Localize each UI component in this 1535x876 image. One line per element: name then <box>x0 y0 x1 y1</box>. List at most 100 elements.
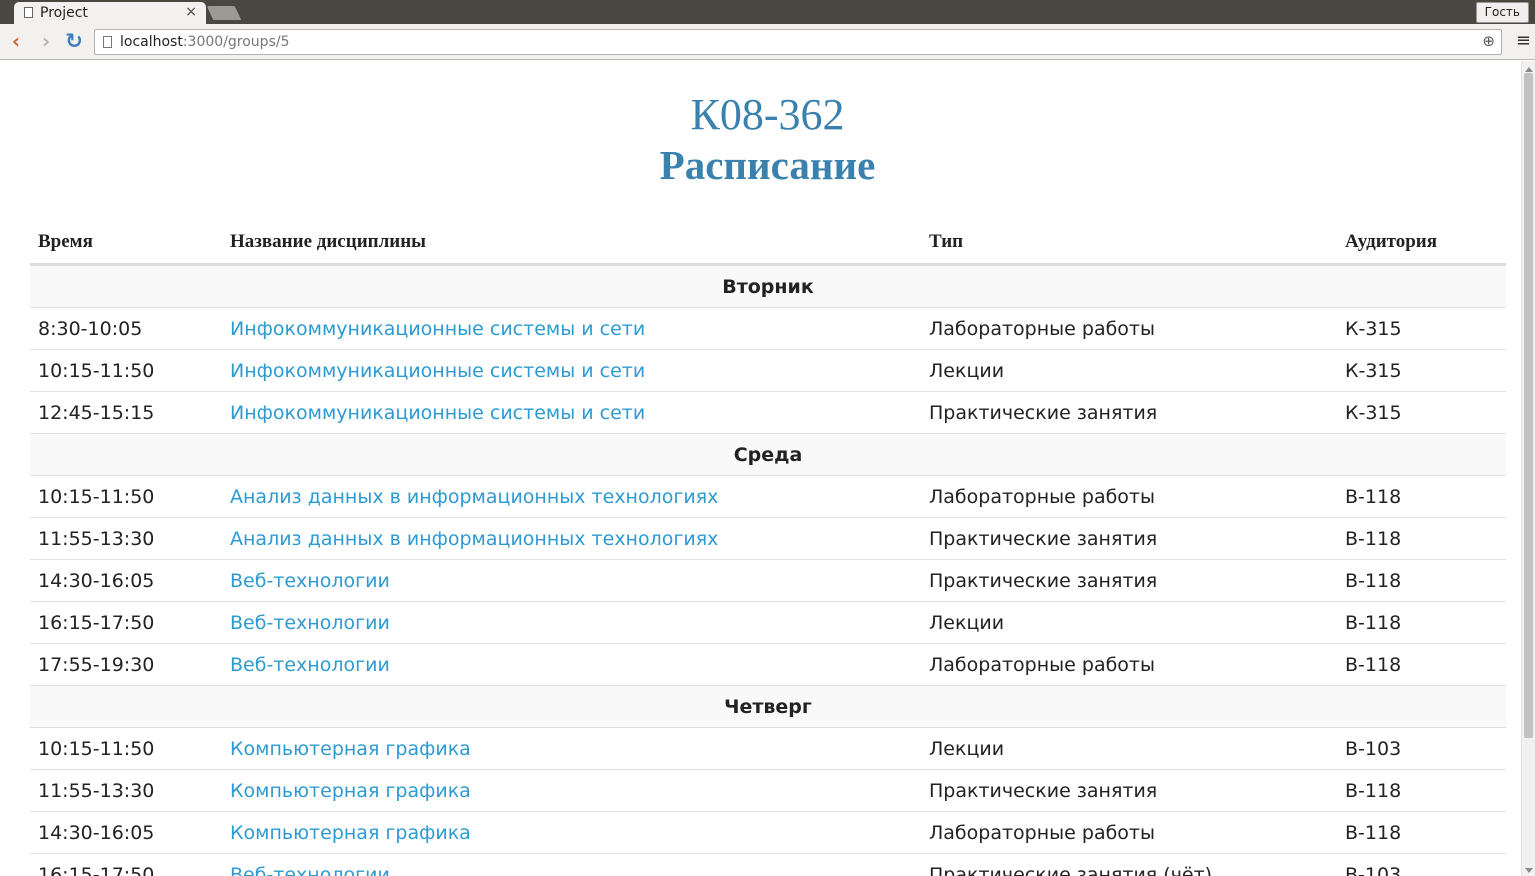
table-row: 14:30-16:05 Компьютерная графика Лаборатор… <box>30 811 1506 854</box>
table-row: 16:15-17:50 Веб-технологии Практические за… <box>30 853 1506 876</box>
group-title: К08-362 <box>690 90 845 139</box>
page-heading: К08-362 Расписание <box>0 90 1521 190</box>
tab-strip: Project × Гость <box>0 0 1535 24</box>
forward-arrow-icon[interactable]: › <box>35 30 57 52</box>
discipline-link[interactable]: Компьютерная графика <box>230 822 471 844</box>
table-header-row: Время Название дисциплины Тип Аудитория <box>30 221 1506 266</box>
cell-type: Лекции <box>921 349 1337 392</box>
table-row: 11:55-13:30 Компьютерная графика Практичес… <box>30 769 1506 812</box>
scroll-down-arrow-icon[interactable] <box>1525 868 1533 873</box>
cell-discipline: Компьютерная графика <box>222 727 921 770</box>
browser-tab[interactable]: Project × <box>14 2 206 24</box>
cell-room: В-118 <box>1337 643 1506 686</box>
page-subtitle: Расписание <box>659 142 876 188</box>
discipline-link[interactable]: Веб-технологии <box>230 612 390 634</box>
cell-type: Практические занятия (чёт) <box>921 853 1337 876</box>
discipline-link[interactable]: Инфокоммуникационные системы и сети <box>230 360 645 382</box>
table-row: 10:15-11:50 Компьютерная графика Лекции В-1… <box>30 727 1506 770</box>
guest-profile-button[interactable]: Гость <box>1475 2 1529 23</box>
cell-time: 11:55-13:30 <box>30 517 222 560</box>
cell-discipline: Веб-технологии <box>222 601 921 644</box>
cell-room: В-103 <box>1337 853 1506 876</box>
cell-discipline: Инфокоммуникационные системы и сети <box>222 307 921 350</box>
cell-room: В-118 <box>1337 811 1506 854</box>
discipline-link[interactable]: Инфокоммуникационные системы и сети <box>230 318 645 340</box>
day-row: Среда <box>30 433 1506 476</box>
discipline-link[interactable]: Анализ данных в информационных технологи… <box>230 528 718 550</box>
cell-type: Практические занятия <box>921 517 1337 560</box>
day-name: Четверг <box>30 685 1506 728</box>
page-content: К08-362 Расписание Время Название дисцип… <box>0 61 1521 876</box>
cell-discipline: Веб-технологии <box>222 643 921 686</box>
cell-time: 10:15-11:50 <box>30 727 222 770</box>
day-name: Вторник <box>30 264 1506 308</box>
cell-room: К-315 <box>1337 307 1506 350</box>
browser-toolbar: ‹ › ↻ localhost:3000/groups/5 ⊕ ≡ <box>0 24 1535 60</box>
header-room: Аудитория <box>1337 221 1506 266</box>
discipline-link[interactable]: Анализ данных в информационных технологи… <box>230 486 718 508</box>
cell-room: В-103 <box>1337 727 1506 770</box>
discipline-link[interactable]: Веб-технологии <box>230 864 390 876</box>
page-info-icon[interactable] <box>103 36 112 48</box>
table-row: 10:15-11:50 Анализ данных в информационны… <box>30 475 1506 518</box>
cell-type: Лабораторные работы <box>921 811 1337 854</box>
schedule-body: Вторник 8:30-10:05 Инфокоммуникационные си… <box>30 264 1506 876</box>
back-arrow-icon[interactable]: ‹ <box>5 30 27 52</box>
address-bar[interactable]: localhost:3000/groups/5 ⊕ <box>94 29 1502 55</box>
cell-discipline: Инфокоммуникационные системы и сети <box>222 349 921 392</box>
cell-discipline: Анализ данных в информационных технологи… <box>222 475 921 518</box>
table-row: 17:55-19:30 Веб-технологии Лабораторные ра… <box>30 643 1506 686</box>
cell-room: В-118 <box>1337 601 1506 644</box>
cell-type: Практические занятия <box>921 391 1337 434</box>
cell-time: 16:15-17:50 <box>30 601 222 644</box>
cell-time: 8:30-10:05 <box>30 307 222 350</box>
cell-time: 14:30-16:05 <box>30 559 222 602</box>
tab-title: Project <box>40 5 88 21</box>
url-host: localhost <box>120 34 183 50</box>
url-path: :3000/groups/5 <box>182 34 290 50</box>
day-row: Вторник <box>30 264 1506 308</box>
cell-room: В-118 <box>1337 559 1506 602</box>
table-row: 8:30-10:05 Инфокоммуникационные системы и… <box>30 307 1506 350</box>
table-row: 14:30-16:05 Веб-технологии Практические за… <box>30 559 1506 602</box>
day-row: Четверг <box>30 685 1506 728</box>
cell-time: 14:30-16:05 <box>30 811 222 854</box>
cell-time: 16:15-17:50 <box>30 853 222 876</box>
discipline-link[interactable]: Веб-технологии <box>230 570 390 592</box>
table-row: 10:15-11:50 Инфокоммуникационные системы … <box>30 349 1506 392</box>
reload-icon[interactable]: ↻ <box>63 30 85 52</box>
table-row: 16:15-17:50 Веб-технологии Лекции В-118 <box>30 601 1506 644</box>
tab-close-icon[interactable]: × <box>185 4 197 20</box>
cell-type: Практические занятия <box>921 769 1337 812</box>
discipline-link[interactable]: Компьютерная графика <box>230 780 471 802</box>
discipline-link[interactable]: Веб-технологии <box>230 654 390 676</box>
cell-type: Лабораторные работы <box>921 475 1337 518</box>
new-tab-button[interactable] <box>206 6 242 20</box>
cell-type: Лекции <box>921 601 1337 644</box>
page-icon <box>24 7 33 18</box>
zoom-icon[interactable]: ⊕ <box>1482 32 1495 50</box>
discipline-link[interactable]: Компьютерная графика <box>230 738 471 760</box>
scroll-up-arrow-icon[interactable] <box>1525 67 1533 72</box>
cell-type: Лабораторные работы <box>921 643 1337 686</box>
cell-room: В-118 <box>1337 769 1506 812</box>
menu-icon[interactable]: ≡ <box>1516 30 1531 51</box>
header-time: Время <box>30 221 222 266</box>
table-row: 11:55-13:30 Анализ данных в информационны… <box>30 517 1506 560</box>
cell-time: 12:45-15:15 <box>30 391 222 434</box>
url-text[interactable]: localhost:3000/groups/5 <box>120 34 289 50</box>
cell-room: В-118 <box>1337 517 1506 560</box>
vertical-scrollbar[interactable] <box>1521 61 1535 876</box>
discipline-link[interactable]: Инфокоммуникационные системы и сети <box>230 402 645 424</box>
cell-room: К-315 <box>1337 349 1506 392</box>
header-discipline: Название дисциплины <box>222 221 921 266</box>
cell-discipline: Компьютерная графика <box>222 769 921 812</box>
day-name: Среда <box>30 433 1506 476</box>
table-row: 12:45-15:15 Инфокоммуникационные системы … <box>30 391 1506 434</box>
header-type: Тип <box>921 221 1337 266</box>
cell-room: К-315 <box>1337 391 1506 434</box>
cell-discipline: Инфокоммуникационные системы и сети <box>222 391 921 434</box>
scrollbar-thumb[interactable] <box>1524 73 1533 738</box>
schedule-table: Время Название дисциплины Тип Аудитория … <box>30 221 1506 876</box>
cell-discipline: Анализ данных в информационных технологи… <box>222 517 921 560</box>
